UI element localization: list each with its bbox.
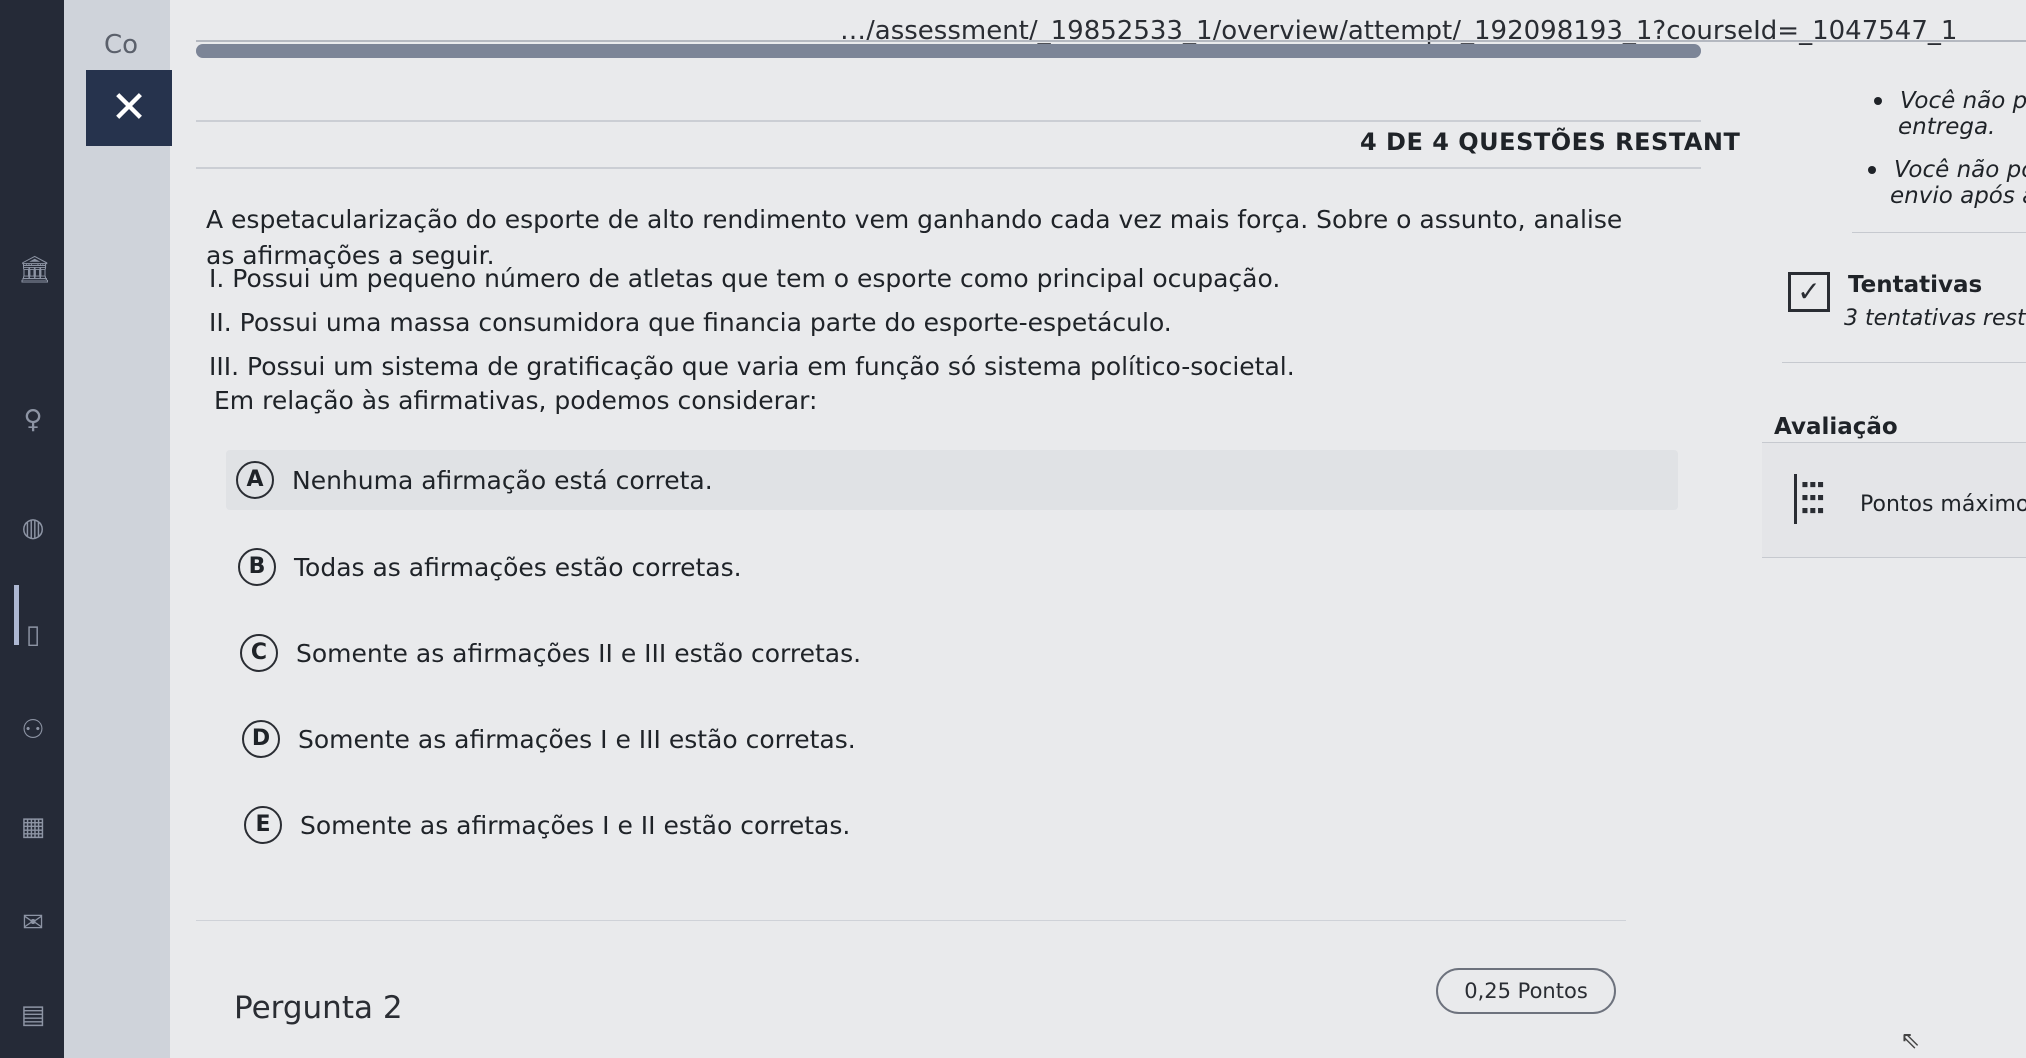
globe-icon[interactable]: ◍ bbox=[18, 513, 48, 543]
answer-option-c[interactable]: C Somente as afirmações II e III estão c… bbox=[240, 623, 861, 683]
answer-option-a[interactable]: A Nenhuma afirmação está correta. bbox=[226, 450, 1678, 510]
option-letter: B bbox=[238, 548, 276, 586]
calendar-icon[interactable]: ▦ bbox=[18, 812, 48, 842]
questions-remaining: 4 DE 4 QUESTÕES RESTANTES bbox=[1360, 128, 1776, 156]
panel-divider bbox=[1782, 362, 2026, 363]
question-prompt: Em relação às afirmativas, podemos consi… bbox=[214, 386, 818, 415]
statement-item: III. Possui um sistema de gratificação q… bbox=[209, 352, 1295, 381]
grades-icon[interactable]: ▤ bbox=[18, 1000, 48, 1030]
option-letter: D bbox=[242, 720, 280, 758]
option-letter: A bbox=[236, 461, 274, 499]
statement-item: II. Possui uma massa consumidora que fin… bbox=[209, 308, 1172, 337]
option-text: Somente as afirmações I e III estão corr… bbox=[298, 724, 856, 754]
attempts-title: Tentativas bbox=[1848, 272, 1983, 298]
option-letter: C bbox=[240, 634, 278, 672]
option-text: Somente as afirmações II e III estão cor… bbox=[296, 638, 862, 668]
notice-text: entrega. bbox=[1898, 114, 1996, 140]
notice-item-cont: envio após a bbox=[1890, 183, 2026, 210]
messages-icon[interactable]: ✉ bbox=[18, 908, 48, 938]
statement-list: I. Possui um pequeno número de atletas q… bbox=[209, 257, 1295, 389]
grading-title: Avaliação bbox=[1774, 414, 1898, 440]
attempts-remaining: 3 tentativas resta bbox=[1844, 306, 2026, 331]
max-points-label: Pontos máximo bbox=[1860, 492, 2026, 517]
answer-option-e[interactable]: E Somente as afirmações I e II estão cor… bbox=[244, 795, 850, 855]
points-badge: 0,25 Pontos bbox=[1436, 968, 1616, 1014]
course-title-fragment: Co bbox=[104, 30, 139, 60]
option-letter: E bbox=[244, 806, 282, 844]
option-text: Somente as afirmações I e II estão corre… bbox=[300, 810, 851, 840]
close-button[interactable]: ✕ bbox=[86, 70, 172, 146]
statement-item: I. Possui um pequeno número de atletas q… bbox=[209, 264, 1281, 293]
notice-item: Você não po bbox=[1868, 157, 2026, 184]
progress-bar-fill bbox=[196, 44, 1701, 58]
top-divider bbox=[196, 40, 2026, 42]
calculator-icon: ▪▪▪ ▪▪▪ ▪▪▪ bbox=[1794, 474, 1836, 524]
bullet-icon bbox=[1868, 166, 1876, 174]
next-question-title: Pergunta 2 bbox=[234, 990, 403, 1026]
profile-icon[interactable]: ♀ bbox=[18, 405, 48, 435]
mouse-cursor-icon: ⇖ bbox=[1900, 1026, 1921, 1054]
checkbox-icon: ✓ bbox=[1788, 272, 1830, 312]
notice-text: Você não po bbox=[1894, 157, 2026, 183]
bullet-icon bbox=[1874, 97, 1882, 105]
option-text: Nenhuma afirmação está correta. bbox=[292, 465, 713, 495]
notice-text: Você não p bbox=[1900, 88, 2026, 114]
option-text: Todas as afirmações estão corretas. bbox=[294, 552, 742, 582]
institution-icon[interactable]: 🏛 bbox=[18, 255, 51, 285]
courses-icon[interactable]: ▯ bbox=[18, 620, 48, 650]
close-icon: ✕ bbox=[110, 82, 148, 133]
notice-item: Você não p bbox=[1874, 88, 2026, 115]
answer-option-d[interactable]: D Somente as afirmações I e III estão co… bbox=[242, 709, 856, 769]
question-divider bbox=[196, 167, 1701, 169]
section-divider bbox=[196, 920, 1626, 921]
left-nav: 🏛 ♀ ◍ ▯ ⚇ ▦ ✉ ▤ bbox=[0, 0, 64, 1058]
notice-text: envio após a bbox=[1890, 183, 2026, 209]
header-divider bbox=[196, 120, 1701, 122]
course-sidebar-strip bbox=[64, 0, 170, 1058]
groups-icon[interactable]: ⚇ bbox=[18, 715, 48, 745]
panel-divider bbox=[1852, 232, 2026, 233]
notice-item-cont: entrega. bbox=[1898, 114, 1995, 141]
answer-option-b[interactable]: B Todas as afirmações estão corretas. bbox=[238, 537, 742, 597]
